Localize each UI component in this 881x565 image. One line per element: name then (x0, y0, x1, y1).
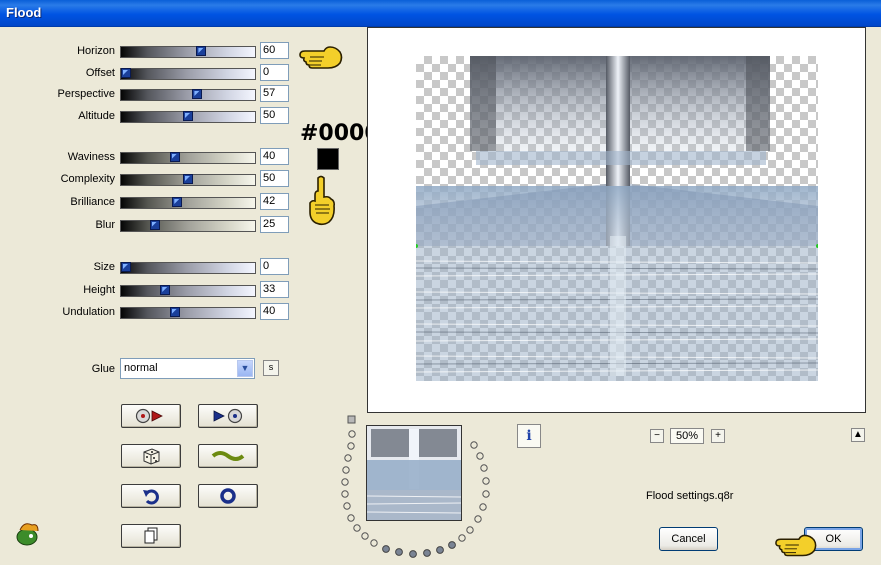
slider-label-brilliance: Brilliance (70, 196, 115, 208)
collapse-preview-button[interactable]: ▲ (851, 428, 865, 442)
undo-icon (143, 489, 159, 505)
value-field-brilliance[interactable]: 42 (260, 193, 289, 210)
wave-button[interactable] (198, 444, 258, 468)
slider-horizon[interactable] (120, 46, 256, 58)
value-field-waviness[interactable]: 40 (260, 148, 289, 165)
slider-label-altitude: Altitude (78, 110, 115, 122)
circle-icon (220, 488, 236, 504)
info-button[interactable]: i (517, 424, 541, 448)
slider-thumb-offset[interactable] (121, 68, 131, 78)
play-disc-button[interactable] (198, 404, 258, 428)
glue-select[interactable]: normal ▼ (120, 358, 255, 379)
slider-undulation[interactable] (120, 307, 256, 319)
circle-button[interactable] (198, 484, 258, 508)
preview-thumbnail[interactable] (366, 425, 462, 521)
cancel-button[interactable]: Cancel (659, 527, 718, 551)
slider-thumb-size[interactable] (121, 262, 131, 272)
slider-label-blur: Blur (95, 219, 115, 231)
value-field-blur[interactable]: 25 (260, 216, 289, 233)
slider-waviness[interactable] (120, 152, 256, 164)
random-button[interactable] (121, 444, 181, 468)
glue-value: normal (124, 362, 158, 374)
slider-thumb-altitude[interactable] (183, 111, 193, 121)
pointing-hand-icon (299, 46, 343, 69)
value-field-size[interactable]: 0 (260, 258, 289, 275)
value-field-altitude[interactable]: 50 (260, 107, 289, 124)
zoom-level: 50% (670, 428, 704, 444)
title-bar: Flood (0, 0, 881, 27)
slider-thumb-undulation[interactable] (169, 307, 180, 317)
app-logo-icon (16, 523, 39, 546)
value-field-perspective[interactable]: 57 (260, 85, 289, 102)
copy-icon (144, 527, 158, 544)
slider-size[interactable] (120, 262, 256, 274)
copy-button[interactable] (121, 524, 181, 548)
color-swatch[interactable] (317, 148, 339, 170)
glue-label: Glue (91, 363, 115, 375)
slider-thumb-horizon[interactable] (196, 46, 207, 56)
chevron-down-icon[interactable]: ▼ (237, 360, 253, 377)
slider-thumb-brilliance[interactable] (172, 197, 183, 207)
undo-button[interactable] (121, 484, 181, 508)
slider-altitude[interactable] (120, 111, 256, 123)
preview-panel[interactable] (367, 27, 866, 413)
slider-label-waviness: Waviness (67, 151, 115, 163)
value-field-undulation[interactable]: 40 (260, 303, 289, 320)
value-field-horizon[interactable]: 60 (260, 42, 289, 59)
glue-settings-button[interactable]: s (263, 360, 279, 376)
pointing-up-hand-icon (309, 175, 335, 226)
value-field-height[interactable]: 33 (260, 281, 289, 298)
value-field-complexity[interactable]: 50 (260, 170, 289, 187)
slider-thumb-complexity[interactable] (183, 174, 193, 184)
slider-thumb-perspective[interactable] (192, 89, 203, 99)
slider-brilliance[interactable] (120, 197, 256, 209)
thumbnail-image (366, 426, 462, 520)
wave-icon (211, 451, 245, 461)
flood-preview-image (416, 56, 818, 381)
slider-thumb-waviness[interactable] (169, 152, 180, 162)
value-field-offset[interactable]: 0 (260, 64, 289, 81)
slider-label-horizon: Horizon (77, 45, 115, 57)
slider-label-height: Height (83, 284, 115, 296)
window-title: Flood (6, 5, 42, 20)
reset-button[interactable] (121, 404, 181, 428)
preview-canvas[interactable] (416, 56, 818, 381)
play-disc-icon (213, 408, 243, 424)
slider-label-offset: Offset (85, 67, 115, 79)
slider-offset[interactable] (120, 68, 256, 80)
zoom-out-button[interactable]: − (650, 429, 664, 443)
slider-perspective[interactable] (120, 89, 256, 101)
slider-label-size: Size (93, 261, 115, 273)
slider-label-complexity: Complexity (60, 173, 115, 185)
slider-thumb-height[interactable] (160, 285, 171, 295)
zoom-in-button[interactable]: + (711, 429, 725, 443)
reset-icon (135, 408, 163, 424)
slider-blur[interactable] (120, 220, 256, 232)
slider-thumb-blur[interactable] (149, 220, 160, 230)
dice-icon (143, 448, 160, 465)
slider-label-perspective: Perspective (57, 88, 115, 100)
pointing-hand-ok-icon (775, 534, 817, 557)
slider-height[interactable] (120, 285, 256, 297)
slider-complexity[interactable] (120, 174, 256, 186)
slider-label-undulation: Undulation (62, 306, 115, 318)
settings-filename: Flood settings.q8r (646, 490, 734, 502)
